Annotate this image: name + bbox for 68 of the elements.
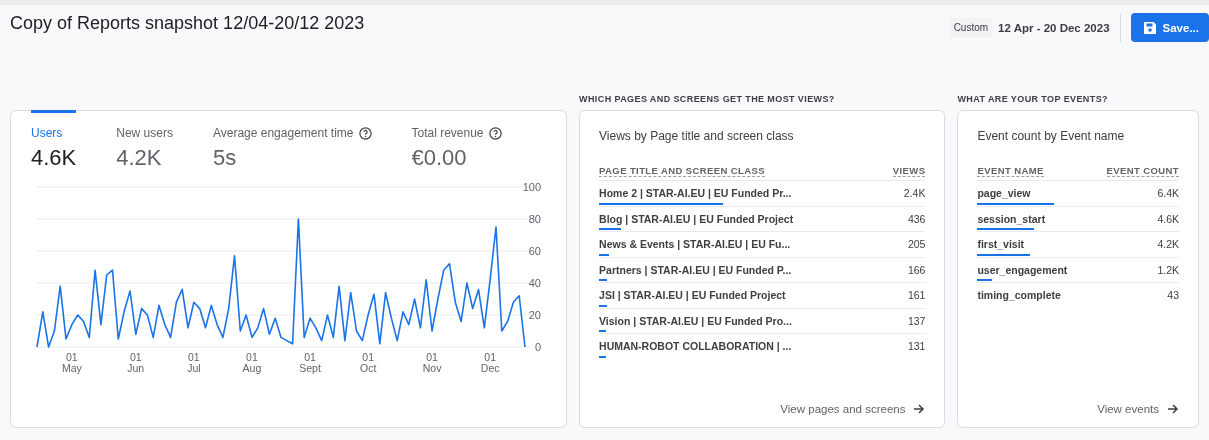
row-value: 2.4K [903, 187, 926, 199]
row-name: user_engagement [977, 263, 1068, 276]
row-name: HUMAN-ROBOT COLLABORATION | ... [599, 340, 792, 352]
row-value: 4.2K [1157, 238, 1179, 250]
x-axis-label: 01 Oct [359, 351, 377, 374]
metric-tab[interactable]: Average engagement time 5s [212, 110, 372, 171]
report-title: Copy of Reports snapshot 12/04-20/12 2023 [10, 13, 365, 34]
column-header[interactable]: VIEWS [892, 165, 926, 177]
row-name: Partners | STAR-AI.EU | EU Funded P... [599, 263, 792, 276]
row-value: 43 [1167, 289, 1179, 301]
save-button[interactable]: Save... [1130, 13, 1209, 42]
date-range[interactable]: 12 Apr - 20 Dec 2023 [998, 21, 1110, 34]
row-value: 436 [907, 212, 926, 225]
row-name: session_start [977, 212, 1046, 225]
x-axis-label: 01 Sept [299, 351, 321, 374]
y-axis-label: 0 [534, 341, 541, 353]
column-header[interactable]: PAGE TITLE AND SCREEN CLASS [599, 165, 766, 177]
card-title: Event count by Event name [977, 129, 1126, 143]
row-name: timing_complete [977, 289, 1061, 301]
x-axis-label: 01 Dec [480, 351, 500, 374]
y-axis-label: 100 [522, 181, 541, 193]
metric-tab[interactable]: New users 4.2K [116, 110, 173, 171]
x-axis-label: 01 Jul [187, 351, 201, 374]
column-header[interactable]: EVENT COUNT [1106, 165, 1179, 177]
metric-label: Users [31, 126, 63, 140]
card-title: Views by Page title and screen class [599, 129, 795, 143]
view-link[interactable]: View events [1097, 403, 1179, 415]
x-axis-label: 01 Aug [242, 351, 262, 374]
row-value: 166 [907, 263, 926, 276]
row-name: first_visit [977, 238, 1025, 250]
row-name: Blog | STAR-AI.EU | EU Funded Project [599, 212, 794, 225]
y-axis-label: 40 [528, 277, 541, 289]
row-value: 161 [907, 289, 926, 301]
row-name: page_view [977, 187, 1031, 199]
metric-label: Total revenue [411, 126, 484, 140]
row-value: 205 [907, 238, 926, 250]
metric-value: 5s [212, 145, 238, 171]
metric-label: New users [116, 126, 173, 140]
arrow-right-icon [1167, 403, 1179, 415]
date-preset: Custom [949, 18, 993, 37]
row-name: JSI | STAR-AI.EU | EU Funded Project [599, 289, 786, 301]
metric-value: €0.00 [411, 145, 468, 171]
row-value: 6.4K [1157, 187, 1179, 199]
row-name: News & Events | STAR-AI.EU | EU Fu... [599, 238, 791, 250]
x-axis-label: 01 Nov [422, 351, 442, 374]
metric-label: Average engagement time [212, 126, 354, 140]
row-value: 4.6K [1157, 212, 1179, 225]
help-icon[interactable] [358, 126, 372, 140]
metric-value: 4.6K [31, 145, 77, 171]
row-name: Home 2 | STAR-AI.EU | EU Funded Pr... [599, 187, 792, 199]
metric-tab[interactable]: Users 4.6K [31, 110, 77, 171]
row-value: 131 [907, 340, 926, 352]
section-heading: WHICH PAGES AND SCREENS GET THE MOST VIEWS? [579, 93, 836, 106]
section-heading: WHAT ARE YOUR TOP EVENTS? [957, 93, 1109, 106]
help-icon[interactable] [488, 126, 502, 140]
y-axis-label: 20 [528, 309, 541, 321]
y-axis-label: 80 [528, 213, 541, 225]
row-value: 137 [907, 314, 926, 327]
arrow-right-icon [913, 403, 926, 415]
x-axis-label: 01 Jun [127, 351, 145, 374]
metric-tab[interactable]: Total revenue €0.00 [411, 110, 502, 171]
row-name: Vision | STAR-AI.EU | EU Funded Pro... [599, 314, 792, 327]
x-axis-label: 01 May [61, 351, 82, 374]
column-header[interactable]: EVENT NAME [977, 165, 1044, 177]
y-axis-label: 60 [528, 245, 541, 257]
metric-value: 4.2K [116, 145, 163, 171]
row-value: 1.2K [1157, 263, 1179, 276]
view-link[interactable]: View pages and screens [780, 403, 926, 415]
